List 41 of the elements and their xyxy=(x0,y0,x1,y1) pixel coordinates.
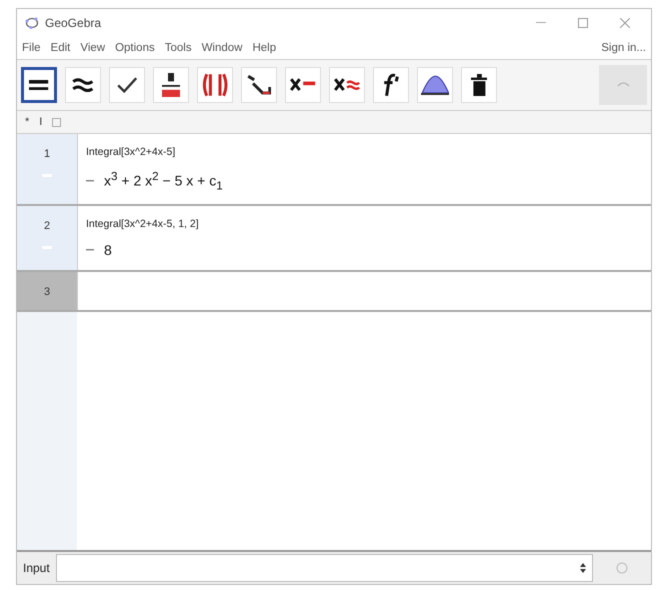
row-number: 2 xyxy=(44,220,50,232)
check-icon xyxy=(116,77,138,93)
cas-output: x$^{3}$ + 2 x$^{2}$ − 5 x + c$_{1}$ xyxy=(104,170,223,192)
equals-icon xyxy=(29,80,49,90)
parentheses-icon xyxy=(202,73,228,97)
cas-output: 8 xyxy=(104,242,112,258)
spinner-icon xyxy=(580,563,586,573)
cas-input[interactable]: Integral[3x^2+4x-5] xyxy=(86,146,643,158)
sign-in-link[interactable]: Sign in... xyxy=(600,42,647,54)
window-title: GeoGebra xyxy=(45,16,102,30)
format-toggle[interactable]: * xyxy=(25,116,30,128)
color-icon xyxy=(52,118,62,126)
trash-icon xyxy=(470,74,488,96)
menu-item[interactable]: Window xyxy=(200,42,244,54)
menu-item[interactable]: Help xyxy=(251,42,278,54)
f-prime-icon xyxy=(382,73,400,97)
approx-icon xyxy=(72,78,94,92)
x-equals-icon xyxy=(290,78,316,92)
row-number: 1 xyxy=(44,148,50,160)
menu-item[interactable]: View xyxy=(79,42,106,54)
menu-item[interactable]: Edit xyxy=(50,42,72,54)
cas-input[interactable]: Integral[3x^2+4x-5, 1, 2] xyxy=(86,218,643,230)
logo-icon xyxy=(25,16,39,30)
row-number: 3 xyxy=(44,286,50,298)
area-icon xyxy=(420,74,450,96)
menu-item[interactable]: Options xyxy=(114,42,156,54)
close-icon xyxy=(620,18,630,28)
input-field[interactable] xyxy=(56,554,593,582)
input-label: Input xyxy=(22,561,51,575)
menu-item[interactable]: File xyxy=(21,42,42,54)
maximize-icon xyxy=(578,18,588,28)
minimize-icon xyxy=(536,22,546,24)
fraction-icon xyxy=(162,73,180,97)
x-approx-icon xyxy=(334,78,360,92)
format-toggle[interactable]: I xyxy=(39,116,42,128)
row-header[interactable]: 2 xyxy=(17,206,77,270)
arrow-curve-icon xyxy=(247,74,271,96)
tool-button[interactable] xyxy=(21,67,57,103)
menu-item[interactable]: Tools xyxy=(164,42,193,54)
row-header[interactable]: 1 xyxy=(17,134,77,204)
row-header[interactable]: 3 xyxy=(17,272,77,310)
